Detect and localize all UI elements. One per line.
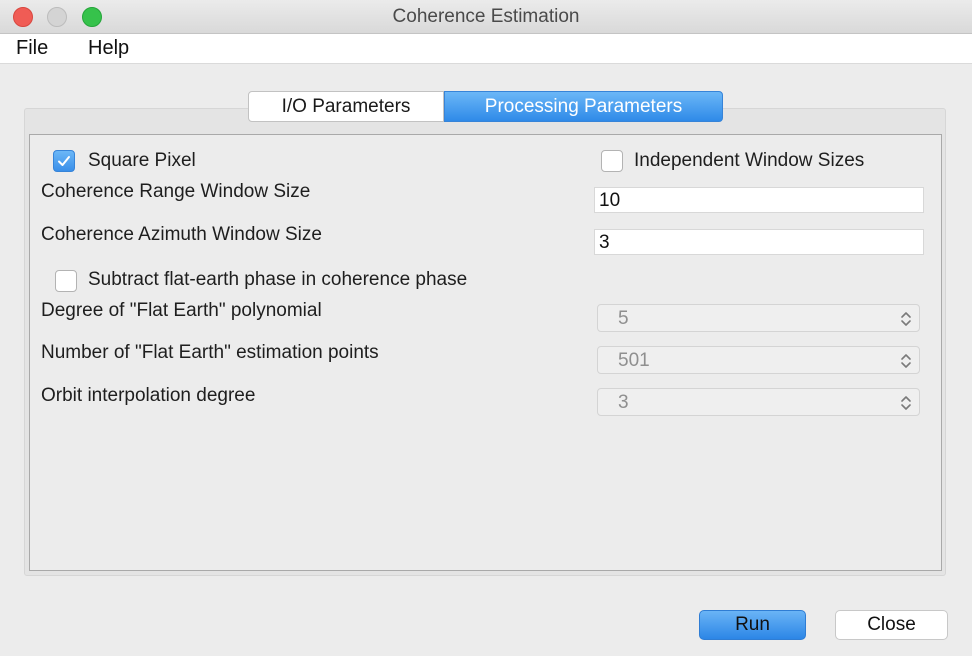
tab-processing-parameters[interactable]: Processing Parameters — [444, 91, 723, 122]
azimuth-window-label: Coherence Azimuth Window Size — [41, 224, 322, 245]
range-window-label: Coherence Range Window Size — [41, 181, 311, 202]
title-bar: Coherence Estimation — [0, 0, 972, 34]
menu-bar: File Help — [0, 34, 972, 64]
flat-earth-points-value: 501 — [618, 350, 650, 371]
orbit-degree-label: Orbit interpolation degree — [41, 385, 256, 406]
flat-earth-degree-value: 5 — [618, 308, 629, 329]
close-button[interactable]: Close — [835, 610, 948, 640]
independent-window-sizes-label: Independent Window Sizes — [634, 150, 865, 171]
up-down-arrows-icon — [901, 312, 911, 326]
flat-earth-points-spinner[interactable]: 501 — [597, 346, 920, 374]
up-down-arrows-icon — [901, 396, 911, 410]
flat-earth-points-label: Number of "Flat Earth" estimation points — [41, 342, 379, 363]
square-pixel-checkbox[interactable] — [53, 150, 75, 172]
orbit-degree-spinner[interactable]: 3 — [597, 388, 920, 416]
orbit-degree-value: 3 — [618, 392, 629, 413]
flat-earth-degree-label: Degree of "Flat Earth" polynomial — [41, 300, 322, 321]
independent-window-sizes-checkbox[interactable] — [601, 150, 623, 172]
flat-earth-degree-spinner[interactable]: 5 — [597, 304, 920, 332]
menu-help[interactable]: Help — [88, 37, 129, 60]
subtract-flat-earth-checkbox[interactable] — [55, 270, 77, 292]
tab-io-parameters[interactable]: I/O Parameters — [248, 91, 444, 122]
range-window-input[interactable]: 10 — [594, 187, 924, 213]
subtract-flat-earth-label: Subtract flat-earth phase in coherence p… — [88, 269, 468, 290]
up-down-arrows-icon — [901, 354, 911, 368]
menu-file[interactable]: File — [16, 37, 48, 60]
square-pixel-label: Square Pixel — [88, 150, 196, 171]
azimuth-window-input[interactable]: 3 — [594, 229, 924, 255]
run-button[interactable]: Run — [699, 610, 806, 640]
window-title: Coherence Estimation — [392, 6, 580, 27]
checkmark-icon — [58, 156, 70, 166]
